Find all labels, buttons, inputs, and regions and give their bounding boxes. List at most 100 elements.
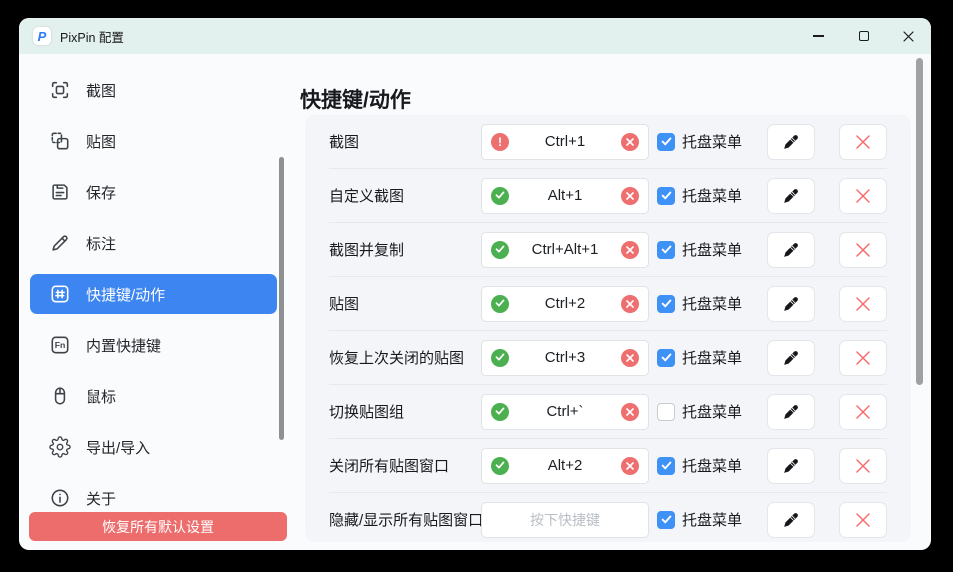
svg-text:Fn: Fn xyxy=(55,340,66,350)
shortcut-status-icon xyxy=(491,295,509,313)
shortcut-status-icon xyxy=(491,349,509,367)
delete-hotkey-button[interactable] xyxy=(839,502,887,538)
tray-menu-checkbox[interactable] xyxy=(657,403,675,421)
hotkey-action-label: 隐藏/显示所有贴图窗口 xyxy=(329,509,481,530)
sidebar-item-export-import[interactable]: 导出/导入 xyxy=(30,427,277,467)
pencil-icon xyxy=(781,132,801,152)
hotkey-action-label: 关闭所有贴图窗口 xyxy=(329,455,481,476)
tray-menu-option: 托盘菜单 xyxy=(657,509,761,530)
edit-hotkey-button[interactable] xyxy=(767,448,815,484)
tray-menu-checkbox[interactable] xyxy=(657,187,675,205)
sidebar-item-mouse[interactable]: 鼠标 xyxy=(30,376,277,416)
tray-menu-checkbox[interactable] xyxy=(657,133,675,151)
close-button[interactable] xyxy=(886,18,931,54)
clear-shortcut-icon[interactable] xyxy=(621,349,639,367)
hotkey-row: 切换贴图组 Ctrl+` 托盘菜单 xyxy=(329,385,887,439)
sidebar-scrollbar-thumb[interactable] xyxy=(279,157,284,440)
delete-hotkey-button[interactable] xyxy=(839,178,887,214)
sidebar-item-screenshot[interactable]: 截图 xyxy=(30,70,277,110)
hotkey-action-label: 截图 xyxy=(329,131,481,152)
fn-icon: Fn xyxy=(49,334,71,356)
edit-hotkey-button[interactable] xyxy=(767,340,815,376)
delete-x-icon xyxy=(854,241,872,259)
titlebar: P PixPin 配置 xyxy=(19,18,931,54)
save-icon xyxy=(49,181,71,203)
shortcut-value: Ctrl+2 xyxy=(509,295,621,312)
clear-shortcut-icon[interactable] xyxy=(621,403,639,421)
delete-hotkey-button[interactable] xyxy=(839,286,887,322)
shortcut-input[interactable]: Alt+1 xyxy=(481,178,649,214)
delete-x-icon xyxy=(854,403,872,421)
tray-menu-label: 托盘菜单 xyxy=(682,239,742,260)
delete-hotkey-button[interactable] xyxy=(839,124,887,160)
tray-menu-checkbox[interactable] xyxy=(657,241,675,259)
sidebar-item-label: 快捷键/动作 xyxy=(86,284,165,305)
sidebar-item-label: 关于 xyxy=(86,488,116,509)
content-scrollbar-thumb[interactable] xyxy=(916,58,923,385)
shortcut-input[interactable]: Ctrl+3 xyxy=(481,340,649,376)
hotkey-row: 关闭所有贴图窗口 Alt+2 托盘菜单 xyxy=(329,439,887,493)
edit-hotkey-button[interactable] xyxy=(767,394,815,430)
tray-menu-label: 托盘菜单 xyxy=(682,185,742,206)
tray-menu-checkbox[interactable] xyxy=(657,295,675,313)
maximize-button[interactable] xyxy=(841,18,886,54)
pencil-icon xyxy=(781,456,801,476)
reset-defaults-button[interactable]: 恢复所有默认设置 xyxy=(29,512,287,541)
tray-menu-label: 托盘菜单 xyxy=(682,455,742,476)
pencil-icon xyxy=(781,402,801,422)
pencil-icon xyxy=(781,348,801,368)
edit-hotkey-button[interactable] xyxy=(767,178,815,214)
tray-menu-checkbox[interactable] xyxy=(657,349,675,367)
tray-menu-option: 托盘菜单 xyxy=(657,293,761,314)
minimize-button[interactable] xyxy=(796,18,841,54)
shortcut-value: Ctrl+` xyxy=(509,403,621,420)
edit-hotkey-button[interactable] xyxy=(767,232,815,268)
close-icon xyxy=(903,31,914,42)
clear-shortcut-icon[interactable] xyxy=(621,241,639,259)
shortcut-input[interactable]: Ctrl+Alt+1 xyxy=(481,232,649,268)
tray-menu-label: 托盘菜单 xyxy=(682,347,742,368)
shortcut-input[interactable]: ! Ctrl+1 xyxy=(481,124,649,160)
shortcut-status-icon xyxy=(491,457,509,475)
delete-hotkey-button[interactable] xyxy=(839,448,887,484)
shortcut-input[interactable]: Ctrl+` xyxy=(481,394,649,430)
tray-menu-checkbox[interactable] xyxy=(657,511,675,529)
shortcut-input[interactable]: Alt+2 xyxy=(481,448,649,484)
mouse-icon xyxy=(49,385,71,407)
shortcut-value: 按下快捷键 xyxy=(491,510,639,530)
clear-shortcut-icon[interactable] xyxy=(621,295,639,313)
clear-shortcut-icon[interactable] xyxy=(621,457,639,475)
pin-image-icon xyxy=(49,130,71,152)
hotkey-action-label: 截图并复制 xyxy=(329,239,481,260)
tray-menu-label: 托盘菜单 xyxy=(682,401,742,422)
sidebar-item-annotate[interactable]: 标注 xyxy=(30,223,277,263)
maximize-icon xyxy=(859,31,869,41)
edit-hotkey-button[interactable] xyxy=(767,124,815,160)
hotkey-action-label: 切换贴图组 xyxy=(329,401,481,422)
clear-shortcut-icon[interactable] xyxy=(621,187,639,205)
delete-x-icon xyxy=(854,457,872,475)
sidebar-item-pin-image[interactable]: 贴图 xyxy=(30,121,277,161)
pencil-icon xyxy=(781,510,801,530)
hotkey-action-label: 贴图 xyxy=(329,293,481,314)
shortcut-input[interactable]: Ctrl+2 xyxy=(481,286,649,322)
shortcut-input[interactable]: 按下快捷键 xyxy=(481,502,649,538)
delete-hotkey-button[interactable] xyxy=(839,340,887,376)
shortcut-value: Ctrl+1 xyxy=(509,133,621,150)
delete-hotkey-button[interactable] xyxy=(839,232,887,268)
edit-hotkey-button[interactable] xyxy=(767,502,815,538)
clear-shortcut-icon[interactable] xyxy=(621,133,639,151)
delete-hotkey-button[interactable] xyxy=(839,394,887,430)
screenshot-icon xyxy=(49,79,71,101)
sidebar-item-hotkeys[interactable]: 快捷键/动作 xyxy=(30,274,277,314)
gear-icon xyxy=(49,436,71,458)
pencil-icon xyxy=(49,232,71,254)
hotkey-row: 自定义截图 Alt+1 托盘菜单 xyxy=(329,169,887,223)
tray-menu-label: 托盘菜单 xyxy=(682,293,742,314)
tray-menu-checkbox[interactable] xyxy=(657,457,675,475)
sidebar-item-label: 截图 xyxy=(86,80,116,101)
edit-hotkey-button[interactable] xyxy=(767,286,815,322)
sidebar-item-save[interactable]: 保存 xyxy=(30,172,277,212)
sidebar-item-builtin-hotkeys[interactable]: Fn 内置快捷键 xyxy=(30,325,277,365)
sidebar-item-label: 贴图 xyxy=(86,131,116,152)
